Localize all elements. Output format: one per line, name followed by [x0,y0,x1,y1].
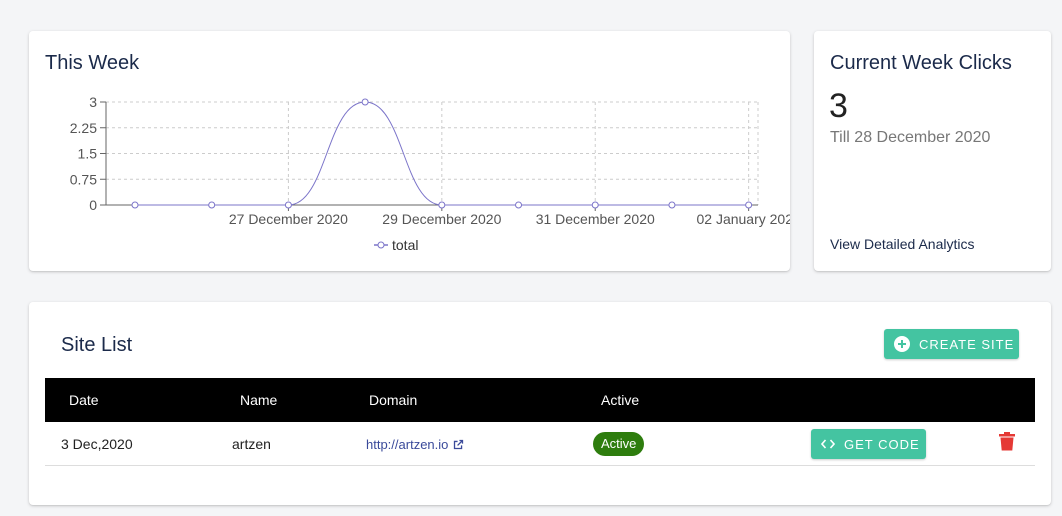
data-point [131,201,139,209]
y-tick-label: 2.25 [70,120,97,136]
data-point [361,98,369,106]
data-point [668,201,676,209]
y-tick-label: 1.5 [78,146,98,162]
create-site-button[interactable]: CREATE SITE [884,329,1019,359]
y-tick-label: 0 [89,197,97,213]
x-tick-label: 31 December 2020 [536,211,655,227]
data-point [591,201,599,209]
data-point [438,201,446,209]
data-point [284,201,292,209]
this-week-card: This Week 0 0.75 1.5 2.25 3 27 December 2020 2… [29,31,790,271]
column-header-date: Date [69,392,99,408]
current-week-clicks-card: Current Week Clicks 3 Till 28 December 2… [814,31,1051,271]
x-tick-label: 02 January 2021 [696,211,790,227]
site-table-header: Date Name Domain Active [45,378,1035,422]
row-domain: http://artzen.io [366,436,465,452]
delete-icon[interactable] [999,432,1015,451]
legend-marker [377,241,385,249]
y-tick-label: 3 [89,94,97,110]
x-tick-label: 29 December 2020 [382,211,501,227]
get-code-label: GET CODE [844,436,920,452]
create-site-label: CREATE SITE [919,336,1015,352]
clicks-count: 3 [829,87,848,125]
current-week-clicks-title: Current Week Clicks [830,52,1012,74]
data-point [745,201,753,209]
row-date: 3 Dec,2020 [61,436,133,452]
add-circle-icon [894,336,910,352]
table-row: 3 Dec,2020 artzen http://artzen.io Activ… [45,422,1035,466]
column-header-active: Active [601,392,640,408]
column-header-domain: Domain [369,392,418,408]
column-header-name: Name [240,392,278,408]
site-list-card: Site List CREATE SITE Date Name Domain A… [29,302,1051,505]
get-code-button[interactable]: GET CODE [811,429,926,459]
x-tick-label: 27 December 2020 [229,211,348,227]
external-link-icon [454,439,464,450]
row-name: artzen [232,436,271,452]
weekly-clicks-chart: 0 0.75 1.5 2.25 3 27 December 2020 29 December… [70,94,790,253]
y-tick-label: 0.75 [70,171,97,187]
data-point [208,201,216,209]
domain-link[interactable]: http://artzen.io [366,437,448,452]
code-icon [821,439,835,449]
site-list-title: Site List [61,334,133,356]
view-detailed-analytics-link[interactable]: View Detailed Analytics [830,236,974,252]
active-status-badge: Active [593,432,645,456]
clicks-date-subtitle: Till 28 December 2020 [830,129,991,146]
legend-label: total [392,237,418,253]
data-point [515,201,523,209]
